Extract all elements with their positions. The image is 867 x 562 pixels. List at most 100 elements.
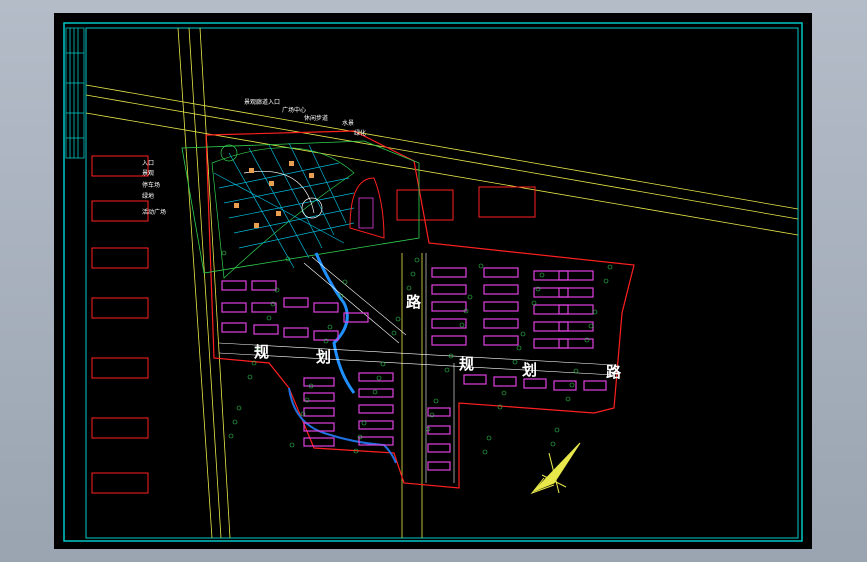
building-block (427, 461, 451, 471)
tree-mark (391, 330, 397, 336)
building-block (493, 376, 517, 387)
road-label-6: 路 (606, 363, 622, 381)
callout-left-5: 活动广场 (142, 209, 167, 216)
tree-mark (539, 272, 545, 278)
building-block (303, 407, 335, 417)
tree-mark (482, 449, 488, 455)
tree-mark (232, 419, 238, 425)
central-plaza (211, 142, 355, 279)
building-block (483, 301, 519, 312)
tree-mark (376, 375, 382, 381)
building-block (251, 280, 277, 291)
callout-left-2: 景观 (142, 170, 155, 177)
tree-mark (550, 441, 556, 447)
building-block (583, 380, 607, 391)
road-label-3: 路 (406, 293, 422, 311)
building-block (533, 321, 569, 332)
building-block (463, 374, 487, 385)
water-stream (314, 252, 356, 394)
tree-mark (236, 405, 242, 411)
building-block (483, 335, 519, 346)
callout-left-3: 停车场 (142, 182, 161, 189)
tree-mark (569, 382, 575, 388)
landmark-tower (349, 177, 385, 239)
building-block (303, 437, 335, 447)
tree-mark (221, 250, 227, 256)
tree-mark (603, 278, 609, 284)
red-boxes-left (91, 155, 149, 494)
tree-mark (406, 285, 412, 291)
tree-mark (459, 322, 465, 328)
building-block (431, 335, 467, 346)
building-block (283, 297, 309, 308)
tree-mark (342, 279, 348, 285)
tree-mark (395, 316, 401, 322)
building-block (221, 302, 247, 313)
cad-viewer: 规 划 路 规 划 路 景观廊道入口 广场中心 休闲步道 水景 绿化 入口 景观… (0, 0, 867, 562)
tree-mark (531, 300, 537, 306)
tree-mark (501, 390, 507, 396)
building-block (483, 318, 519, 329)
building-block (283, 327, 309, 338)
tree-mark (565, 396, 571, 402)
building-block (427, 425, 451, 435)
building-block (533, 338, 569, 349)
tree-mark (520, 331, 526, 337)
building-block (533, 287, 569, 298)
drawing-viewport[interactable]: 规 划 路 规 划 路 景观廊道入口 广场中心 休闲步道 水景 绿化 入口 景观… (54, 13, 812, 549)
callout-top-1: 景观廊道入口 (244, 99, 281, 106)
title-strip (65, 27, 85, 159)
tree-mark (607, 264, 613, 270)
tree-mark (361, 420, 367, 426)
green-trees (221, 250, 613, 455)
building-block (431, 301, 467, 312)
tree-mark (228, 433, 234, 439)
building-block (523, 378, 547, 389)
building-block (303, 377, 335, 387)
north-arrow-icon (530, 442, 581, 495)
building-block (313, 302, 339, 313)
road-label-1: 规 (254, 343, 270, 361)
building-block (483, 267, 519, 278)
tree-mark (573, 368, 579, 374)
callout-left-4: 绿地 (142, 193, 155, 200)
building-block (533, 304, 569, 315)
tree-mark (512, 359, 518, 365)
callout-top-2: 广场中心 (282, 107, 307, 114)
tree-mark (266, 315, 272, 321)
building-block (427, 443, 451, 453)
tree-mark (410, 271, 416, 277)
callout-left-1: 入口 (142, 160, 155, 167)
building-block (358, 404, 394, 414)
callout-top-3: 休闲步道 (304, 115, 329, 122)
building-block (221, 280, 247, 291)
building-block (221, 322, 247, 333)
tree-mark (478, 263, 484, 269)
tree-mark (289, 442, 295, 448)
tree-mark (554, 427, 560, 433)
tree-mark (327, 324, 333, 330)
site-plan-drawing (63, 22, 803, 542)
building-block (431, 284, 467, 295)
tree-mark (467, 294, 473, 300)
tree-mark (433, 398, 439, 404)
building-block (558, 270, 594, 281)
tree-mark (516, 345, 522, 351)
road-label-5: 划 (522, 361, 538, 379)
tree-mark (380, 361, 386, 367)
main-road-north (85, 84, 799, 236)
road-label-4: 规 (459, 355, 475, 373)
building-block (313, 330, 339, 341)
building-block (558, 304, 594, 315)
tree-mark (414, 257, 420, 263)
building-block (303, 392, 335, 402)
building-block (358, 372, 394, 382)
building-block (558, 321, 594, 332)
tree-mark (444, 367, 450, 373)
building-block (253, 324, 279, 335)
building-block (533, 270, 569, 281)
road-label-2: 划 (316, 348, 332, 366)
building-block (427, 407, 451, 417)
building-block (483, 284, 519, 295)
red-boxes-top (396, 186, 536, 221)
